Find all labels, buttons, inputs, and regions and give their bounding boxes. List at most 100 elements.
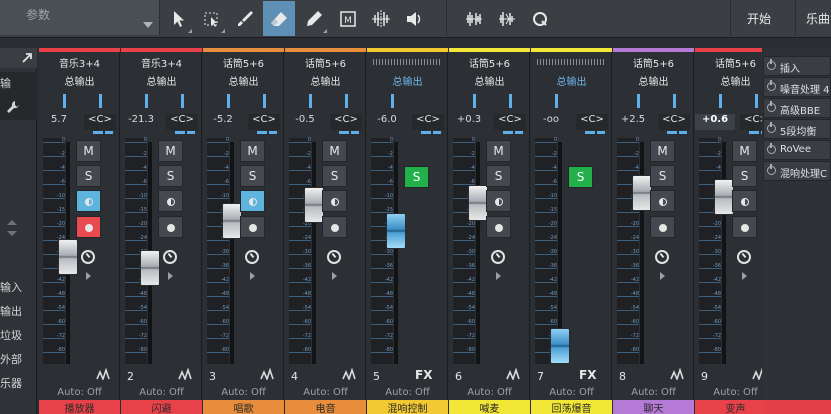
solo-button[interactable]: S <box>650 165 675 187</box>
solo-button[interactable]: S <box>76 165 101 187</box>
automation-mode[interactable]: Auto: Off <box>121 387 202 398</box>
mute-button[interactable]: M <box>650 140 675 162</box>
instrument-wave-icon[interactable] <box>670 368 686 380</box>
volume-readout[interactable]: -6.0 <box>367 114 407 130</box>
volume-readout[interactable]: -0.5 <box>285 114 325 130</box>
automation-mode[interactable]: Auto: Off <box>531 387 612 398</box>
insert-slot[interactable]: 混响处理C <box>763 161 831 181</box>
record-button[interactable] <box>486 216 511 238</box>
expand-arrow-icon[interactable] <box>742 272 747 280</box>
instrument-wave-icon[interactable] <box>96 368 112 380</box>
mute-button[interactable]: M <box>158 140 183 162</box>
instrument-wave-icon[interactable] <box>506 368 522 380</box>
channel-label[interactable]: 电音 <box>285 400 366 414</box>
channel-input-name[interactable]: 音乐3+4 <box>39 55 120 70</box>
left-item-external[interactable]: 外部 <box>0 348 37 370</box>
instrument-wave-icon[interactable] <box>178 368 194 380</box>
automation-mode[interactable]: Auto: Off <box>367 387 448 398</box>
pan-control[interactable]: <C> <box>330 114 362 130</box>
eraser-icon[interactable] <box>263 1 295 36</box>
monitor-button[interactable] <box>240 190 265 212</box>
volume-readout[interactable]: -21.3 <box>121 114 161 130</box>
mute-button[interactable]: M <box>322 140 347 162</box>
volume-fader[interactable] <box>304 186 324 223</box>
solo-button[interactable]: S <box>240 165 265 187</box>
solo-button[interactable]: S <box>568 166 593 188</box>
split-tool-icon[interactable] <box>365 1 397 36</box>
automation-mode[interactable]: Auto: Off <box>285 387 366 398</box>
expand-arrow-icon[interactable] <box>332 272 337 280</box>
volume-fader[interactable] <box>468 184 488 221</box>
channel-output-route[interactable]: 总输出 <box>449 73 530 88</box>
channel-label[interactable]: 喊麦 <box>449 400 530 414</box>
mute-button[interactable]: M <box>486 140 511 162</box>
dial-icon[interactable] <box>327 250 341 264</box>
volume-fader[interactable] <box>386 212 406 249</box>
pan-control[interactable]: <C> <box>248 114 280 130</box>
left-item-instruments[interactable]: 乐器 <box>0 372 37 394</box>
solo-button[interactable]: S <box>732 165 757 187</box>
mute-button[interactable]: M <box>76 140 101 162</box>
expand-arrow-icon[interactable] <box>168 272 173 280</box>
monitor-button[interactable] <box>76 190 101 212</box>
left-item-output[interactable]: 输出 <box>0 300 37 322</box>
mute-button[interactable]: M <box>732 140 757 162</box>
channel-input-name[interactable]: 话筒5+6 <box>203 55 284 70</box>
record-button[interactable] <box>732 216 757 238</box>
dial-icon[interactable] <box>163 250 177 264</box>
channel-output-route[interactable]: 总输出 <box>203 73 284 88</box>
dial-icon[interactable] <box>491 250 505 264</box>
monitor-button[interactable] <box>650 190 675 212</box>
expand-arrow-icon[interactable] <box>86 272 91 280</box>
insert-slot[interactable]: 5段均衡 <box>763 119 831 139</box>
solo-button[interactable]: S <box>404 166 429 188</box>
quantize-icon[interactable] <box>524 1 556 36</box>
channel-input-name[interactable]: 话筒5+6 <box>613 55 694 70</box>
volume-readout[interactable]: -oo <box>531 114 571 130</box>
pan-control[interactable]: <C> <box>494 114 526 130</box>
pan-control[interactable]: <C> <box>166 114 198 130</box>
expand-arrow-icon[interactable] <box>660 272 665 280</box>
automation-mode[interactable]: Auto: Off <box>449 387 530 398</box>
pan-control[interactable]: <C> <box>84 114 116 130</box>
select-arrow-icon[interactable] <box>163 1 195 36</box>
mute-button[interactable]: M <box>240 140 265 162</box>
listen-tool-icon[interactable] <box>398 1 430 36</box>
volume-readout[interactable]: +0.6 <box>695 114 735 130</box>
channel-label[interactable]: 混响控制 <box>367 400 448 414</box>
dial-icon[interactable] <box>245 250 259 264</box>
range-select-icon[interactable] <box>196 1 228 36</box>
channel-output-route[interactable]: 总输出 <box>121 73 202 88</box>
record-button[interactable] <box>158 216 183 238</box>
pan-control[interactable]: <C> <box>412 114 444 130</box>
monitor-button[interactable] <box>486 190 511 212</box>
scroll-arrows-icon[interactable] <box>6 218 18 238</box>
solo-button[interactable]: S <box>486 165 511 187</box>
insert-slot[interactable]: 高级BBE <box>763 98 831 118</box>
start-tab[interactable]: 开始 <box>747 10 771 27</box>
pan-control[interactable]: <C> <box>576 114 608 130</box>
wrench-icon[interactable] <box>6 100 20 114</box>
channel-label[interactable]: 播放器 <box>39 400 120 414</box>
channel-output-route[interactable]: 总输出 <box>285 73 366 88</box>
monitor-button[interactable] <box>322 190 347 212</box>
mute-tool-icon[interactable]: M <box>332 1 364 36</box>
left-item-trash[interactable]: 垃圾 <box>0 324 37 346</box>
volume-readout[interactable]: +2.5 <box>613 114 653 130</box>
solo-button[interactable]: S <box>322 165 347 187</box>
song-tab[interactable]: 乐曲 <box>806 10 830 27</box>
pencil-icon[interactable] <box>298 1 330 36</box>
volume-fader[interactable] <box>58 238 78 275</box>
volume-fader[interactable] <box>140 249 160 286</box>
record-button[interactable] <box>650 216 675 238</box>
automation-mode[interactable]: Auto: Off <box>203 387 284 398</box>
volume-readout[interactable]: -5.2 <box>203 114 243 130</box>
channel-input-empty[interactable] <box>373 59 441 65</box>
bend-tool-icon[interactable] <box>458 1 490 36</box>
instrument-wave-icon[interactable] <box>342 368 358 380</box>
volume-fader[interactable] <box>222 203 242 240</box>
volume-fader[interactable] <box>714 179 734 216</box>
channel-output-route[interactable]: 总输出 <box>367 73 448 88</box>
channel-label[interactable]: 闪避 <box>121 400 202 414</box>
channel-label[interactable]: 唱歌 <box>203 400 284 414</box>
